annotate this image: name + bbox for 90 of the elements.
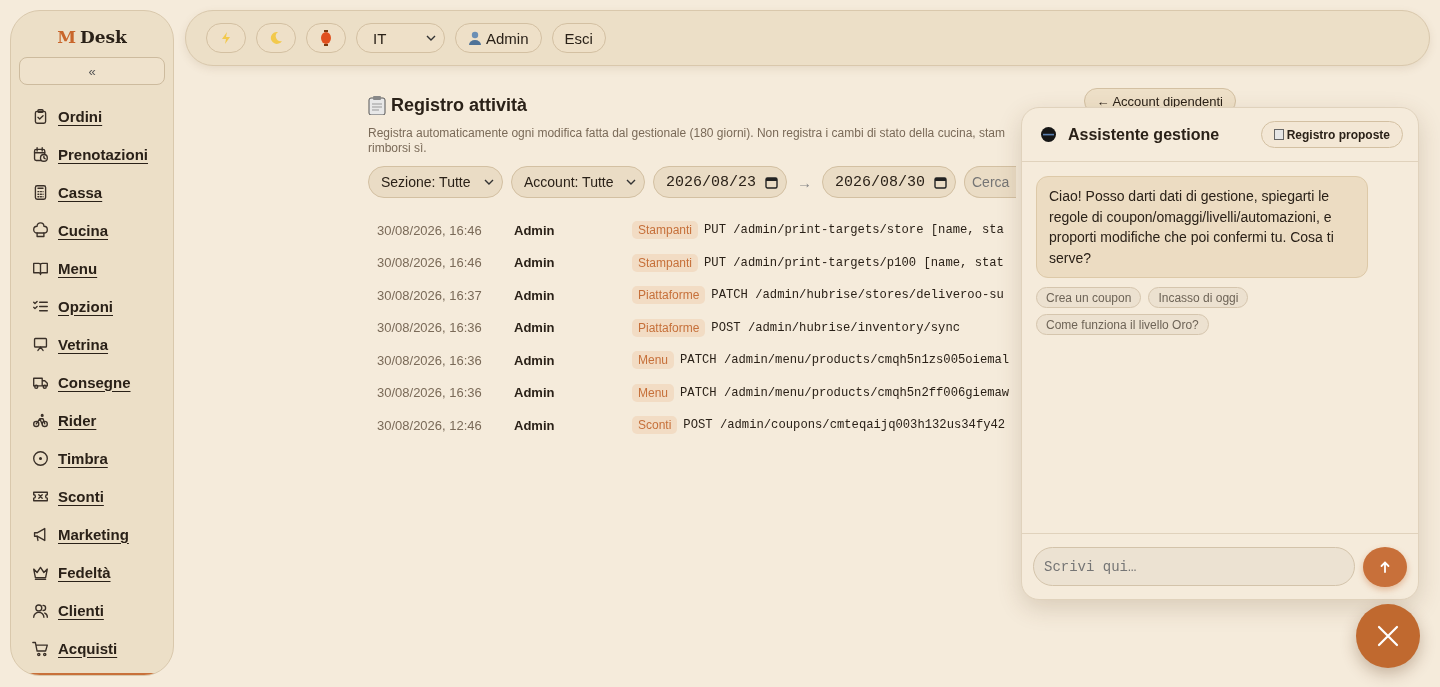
section-tag: Piattaforme	[632, 318, 706, 337]
user-name: Admin	[514, 320, 556, 336]
users-icon	[32, 601, 49, 619]
clipboard-icon	[368, 95, 386, 115]
target-icon	[32, 449, 49, 467]
sidebar-item[interactable]: Consegne	[19, 363, 165, 401]
page-title: Registro attività	[391, 94, 528, 116]
assistant-icon	[1041, 127, 1056, 142]
send-button[interactable]	[1363, 546, 1407, 587]
lantern-icon	[320, 30, 332, 46]
section-tag: Piattaforme	[632, 286, 706, 305]
action-text: PATCH /admin/menu/products/cmqh5n1zs005oiemal	[680, 353, 1010, 368]
section-tag: Stampanti	[632, 221, 699, 240]
action-text: PUT /admin/print-targets/store [name, sta	[704, 223, 1004, 238]
sidebar-item[interactable]: Cassa	[19, 173, 165, 211]
date-field[interactable]: 2026/08/23	[653, 166, 787, 198]
assistant-message: Ciao! Posso darti dati di gestione, spiegarti le regole di coupon/omaggi/livelli/automazioni, e proporti modifiche che poi confermi tu. Cosa ti serve?	[1036, 176, 1368, 278]
calendar-icon	[934, 175, 947, 189]
sidebar-item[interactable]: Rider	[19, 401, 165, 439]
sidebar-item[interactable]: Prenotazioni	[19, 135, 165, 173]
suggestion-chip[interactable]: Come funziona il livello Oro?	[1036, 314, 1209, 335]
section-tag: Menu	[632, 351, 675, 370]
user-button[interactable]: Admin	[455, 23, 542, 53]
search-field[interactable]: Cerca	[964, 166, 1016, 198]
logo-text: Desk	[79, 27, 127, 47]
proposals-log-button[interactable]: Registro proposte	[1260, 121, 1403, 148]
sidebar-item[interactable]: Clienti	[19, 591, 165, 629]
calendar-icon	[765, 175, 778, 189]
close-icon	[1377, 625, 1399, 647]
timestamp: 30/08/2026, 16:36	[377, 352, 483, 368]
chevron-down-icon	[426, 35, 436, 41]
user-name: Admin	[514, 352, 556, 368]
clipboard-icon	[1273, 129, 1284, 140]
moon-icon	[269, 31, 283, 45]
sidebar-item[interactable]: Timbra	[19, 439, 165, 477]
presentation-icon	[32, 335, 49, 353]
cart-icon	[32, 639, 49, 657]
action-text: POST /admin/hubrise/inventory/sync	[711, 320, 961, 335]
section-tag: Menu	[632, 383, 675, 402]
action-text: PATCH /admin/menu/products/cmqh5n2ff006giemaw	[680, 385, 1010, 400]
language-select[interactable]: IT	[356, 23, 445, 53]
section-tag: Stampanti	[632, 253, 699, 272]
timestamp: 30/08/2026, 16:36	[377, 385, 483, 401]
sidebar-item[interactable]: Sconti	[19, 477, 165, 515]
sidebar-item[interactable]: Ordini	[19, 97, 165, 135]
close-button[interactable]	[1356, 604, 1420, 668]
sidebar-item[interactable]: Menu	[19, 249, 165, 287]
user-name: Admin	[514, 287, 556, 303]
user-name: Admin	[514, 417, 556, 433]
sidebar-item[interactable]: Vetrina	[19, 325, 165, 363]
sidebar-item[interactable]: Fedeltà	[19, 553, 165, 591]
date-field[interactable]: 2026/08/30	[822, 166, 956, 198]
range-arrow: →	[797, 173, 812, 191]
timestamp: 30/08/2026, 16:46	[377, 255, 483, 271]
logout-button[interactable]: Esci	[551, 23, 606, 53]
suggestion-chip[interactable]: Crea un coupon	[1036, 287, 1142, 308]
action-text: PUT /admin/print-targets/p100 [name, stat	[704, 255, 1004, 270]
sidebar-item[interactable]: Marketing	[19, 515, 165, 553]
sidebar-item[interactable]: Opzioni	[19, 287, 165, 325]
clipboard-icon	[32, 107, 49, 125]
section-select[interactable]: Sezione: Tutte	[368, 166, 503, 198]
person-icon	[468, 31, 482, 45]
sidebar-item[interactable]: Acquisti	[19, 629, 165, 667]
user-name: Admin	[514, 385, 556, 401]
calculator-icon	[32, 183, 49, 201]
timestamp: 30/08/2026, 12:46	[377, 417, 483, 433]
chevron-down-icon	[484, 179, 494, 185]
message-input[interactable]: Scrivi qui…	[1033, 547, 1355, 586]
user-name: Admin	[514, 255, 556, 271]
panel-title: Assistente gestione	[1068, 125, 1220, 144]
arrow-up-icon	[1380, 560, 1390, 573]
action-text: POST /admin/coupons/cmteqaijq003h132us34fy42	[683, 418, 1006, 433]
collapse-button[interactable]: «	[19, 57, 165, 85]
logo-mark: M	[57, 27, 76, 47]
lightning-icon	[219, 31, 233, 45]
suggestion-chip[interactable]: Incasso di oggi	[1148, 287, 1249, 308]
bicycle-icon	[32, 411, 49, 429]
chef-hat-icon	[32, 221, 49, 239]
page-description: Registra automaticamente ogni modifica fatta dal gestionale (180 giorni). Non registra i cambi di stato della cucina, stam rimborsi sì.	[368, 126, 1006, 156]
timestamp: 30/08/2026, 16:46	[377, 222, 483, 238]
lantern-button[interactable]	[306, 23, 346, 53]
timestamp: 30/08/2026, 16:37	[377, 287, 483, 303]
section-tag: Sconti	[632, 416, 678, 435]
user-name: Admin	[514, 222, 556, 238]
action-text: PATCH /admin/hubrise/stores/deliveroo-su	[711, 288, 1004, 303]
timestamp: 30/08/2026, 16:36	[377, 320, 483, 336]
account-select[interactable]: Account: Tutte	[511, 166, 645, 198]
sidebar-item[interactable]: Cucina	[19, 211, 165, 249]
chevron-down-icon	[626, 179, 636, 185]
calendar-clock-icon	[32, 145, 49, 163]
